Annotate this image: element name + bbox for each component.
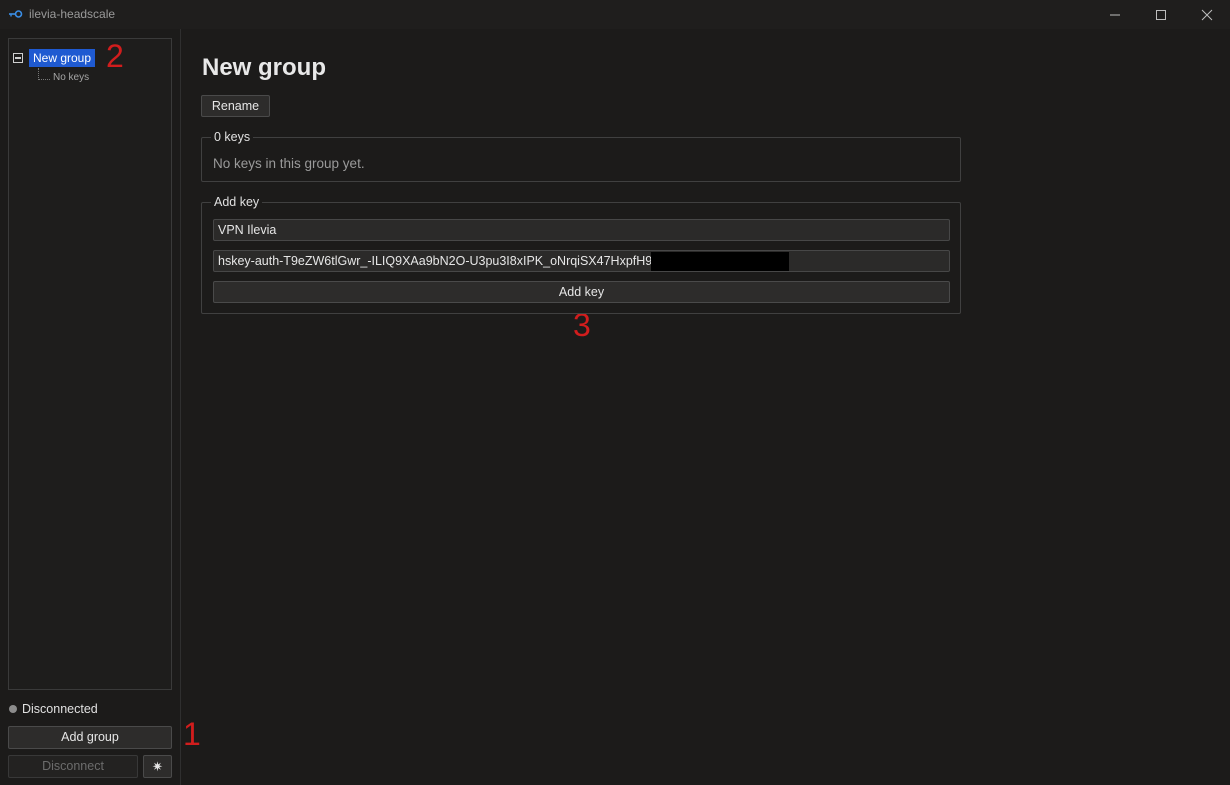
settings-icon: ✷	[152, 759, 163, 774]
annotation-1: 1	[183, 716, 201, 752]
add-key-button[interactable]: Add key	[213, 281, 950, 303]
key-icon	[9, 8, 23, 20]
settings-button[interactable]: ✷	[143, 755, 172, 778]
tree-connector	[38, 79, 50, 80]
status-indicator-icon	[9, 705, 17, 713]
page-title: New group	[202, 54, 326, 81]
window-title: ilevia-headscale	[29, 7, 116, 21]
add-group-button[interactable]: Add group	[8, 726, 172, 749]
panel-divider[interactable]	[180, 29, 181, 785]
auth-key-input[interactable]: hskey-auth-T9eZW6tlGwr_-ILIQ9XAa9bN2O-U3…	[213, 250, 950, 272]
add-key-section: Add key VPN Ilevia hskey-auth-T9eZW6tlGw…	[201, 195, 961, 314]
title-bar: ilevia-headscale	[0, 0, 1230, 29]
collapse-toggle-icon[interactable]	[13, 53, 23, 63]
tree-item-group[interactable]: New group	[29, 49, 96, 67]
auth-key-value: hskey-auth-T9eZW6tlGwr_-ILIQ9XAa9bN2O-U3…	[218, 254, 681, 268]
key-name-input[interactable]: VPN Ilevia	[213, 219, 950, 241]
keys-section-legend: 0 keys	[211, 130, 254, 144]
maximize-button[interactable]	[1139, 0, 1185, 29]
redaction-box	[651, 252, 789, 271]
annotation-2: 2	[106, 38, 124, 74]
tree-item-placeholder: No keys	[53, 72, 90, 83]
disconnect-button[interactable]: Disconnect	[8, 755, 138, 778]
minimize-button[interactable]	[1093, 0, 1139, 29]
add-key-section-legend: Add key	[211, 195, 263, 209]
empty-keys-message: No keys in this group yet.	[213, 156, 365, 171]
close-button[interactable]	[1185, 0, 1230, 29]
sidebar: New group No keys Disconnected Add group…	[0, 29, 181, 785]
connection-status: Disconnected	[22, 702, 98, 716]
group-tree[interactable]: New group No keys	[8, 38, 172, 690]
keys-section: 0 keys No keys in this group yet.	[201, 130, 961, 182]
rename-button[interactable]: Rename	[201, 95, 270, 117]
